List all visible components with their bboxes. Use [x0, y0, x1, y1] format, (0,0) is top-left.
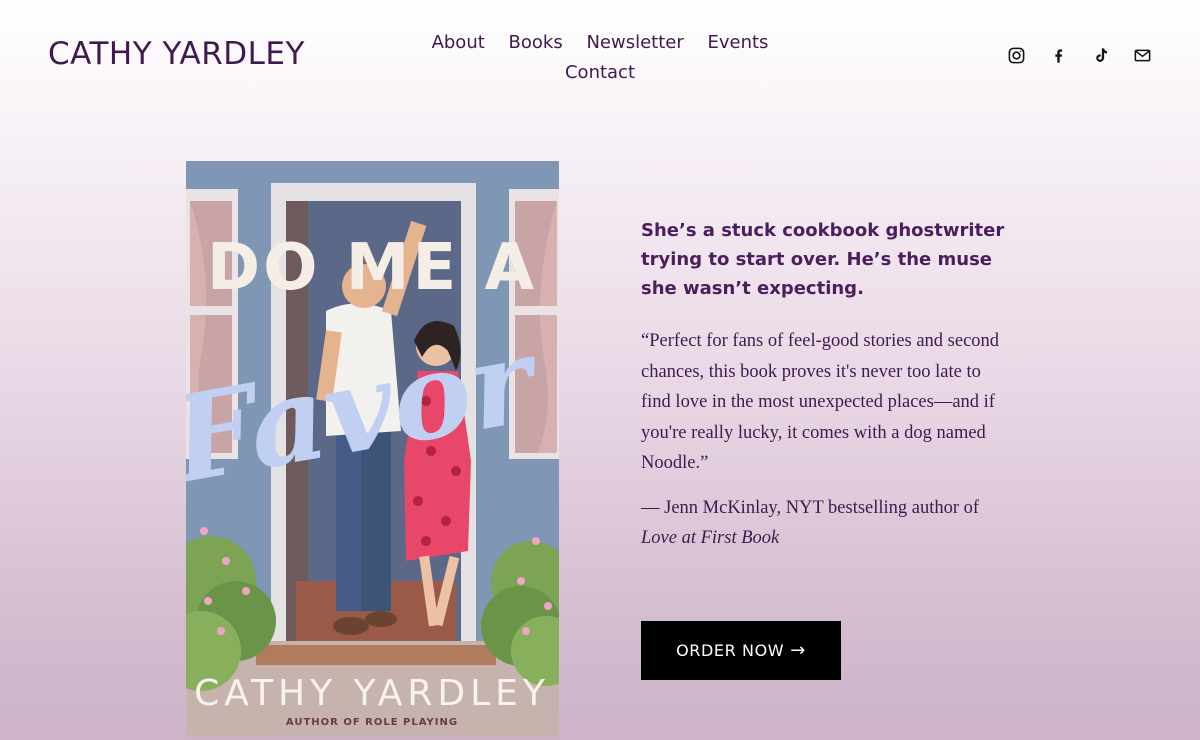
review-quote: “Perfect for fans of feel-good stories a…	[641, 331, 1000, 473]
quote-attribution: — Jenn McKinlay, NYT bestselling author …	[641, 493, 1021, 553]
email-icon[interactable]	[1133, 46, 1152, 65]
book-cover-image[interactable]: DO ME A Favor CATHY YARDLEY AUTHOR OF RO…	[186, 161, 559, 737]
attribution-text: — Jenn McKinlay, NYT bestselling author …	[641, 498, 980, 518]
main-nav: About Books Newsletter Events Contact	[400, 28, 800, 88]
order-now-button[interactable]: ORDER NOW →	[641, 621, 841, 680]
facebook-icon[interactable]	[1049, 46, 1068, 65]
order-now-label: ORDER NOW	[676, 641, 785, 660]
arrow-right-icon: →	[790, 640, 806, 661]
cover-author: CATHY YARDLEY	[194, 673, 550, 714]
nav-newsletter[interactable]: Newsletter	[586, 32, 683, 53]
nav-events[interactable]: Events	[707, 32, 768, 53]
site-title[interactable]: CATHY YARDLEY	[48, 36, 305, 72]
cover-tagline: AUTHOR OF ROLE PLAYING	[286, 717, 458, 728]
tiktok-icon[interactable]	[1091, 46, 1110, 65]
nav-contact[interactable]: Contact	[565, 62, 635, 83]
instagram-icon[interactable]	[1007, 46, 1026, 65]
book-pitch: She’s a stuck cookbook ghostwriter tryin…	[641, 220, 1005, 299]
attribution-book-title: Love at First Book	[641, 528, 780, 548]
cover-title-top: DO ME A	[207, 231, 537, 305]
nav-books[interactable]: Books	[509, 32, 563, 53]
nav-about[interactable]: About	[432, 32, 485, 53]
social-links	[1007, 46, 1152, 65]
